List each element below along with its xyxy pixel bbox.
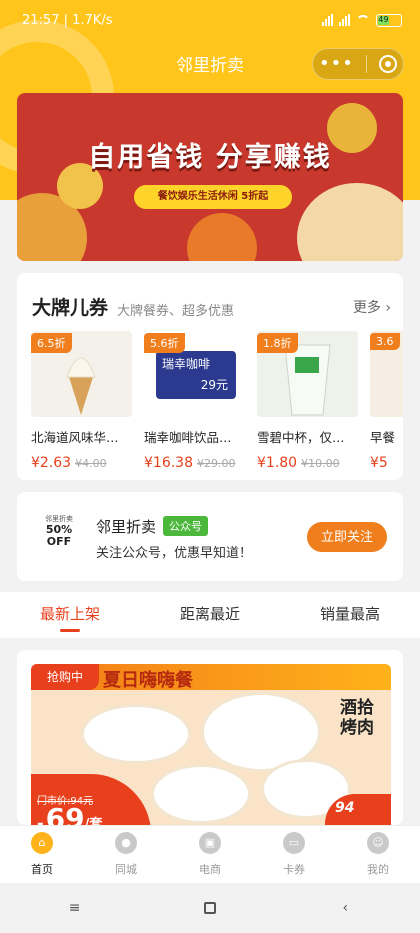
discount-badge: 5.6折 bbox=[144, 333, 185, 353]
coupon-name: 瑞幸咖啡饮品… bbox=[144, 430, 232, 445]
coupon-original-price: ¥29.00 bbox=[197, 457, 236, 470]
tab-nearest[interactable]: 距离最近 bbox=[140, 592, 280, 638]
deal-price-value: .69 bbox=[35, 802, 85, 825]
shop-icon: ▣ bbox=[199, 832, 221, 854]
discount-badge: 3.6 bbox=[370, 333, 400, 350]
status-speed: 1.7K/s bbox=[72, 12, 113, 28]
deal-price: .69/套 bbox=[35, 802, 102, 825]
luckin-brand: 瑞幸咖啡 bbox=[162, 357, 211, 371]
food-plate bbox=[81, 704, 191, 764]
discount-badge: 6.5折 bbox=[31, 333, 72, 353]
banner-headline: 自用省钱 分享赚钱 bbox=[88, 142, 332, 173]
coupons-more-link[interactable]: 更多 › bbox=[353, 297, 391, 317]
discount-badge: 1.8折 bbox=[257, 333, 298, 353]
wifi-icon bbox=[356, 15, 370, 25]
deal-photo: 抢购中 夏日嗨嗨餐 酒拾烤肉 门市价:94元 .69/套 94 bbox=[31, 664, 391, 825]
card-icon: ▭ bbox=[283, 832, 305, 854]
deal-price-unit: /套 bbox=[84, 817, 103, 825]
back-icon[interactable]: ‹ bbox=[325, 900, 365, 916]
coupon-original-price: ¥10.00 bbox=[301, 457, 340, 470]
food-plate bbox=[151, 764, 251, 824]
banner-decoration-pot bbox=[187, 213, 257, 261]
account-name: 邻里折卖 bbox=[96, 518, 157, 536]
signal-icon-2 bbox=[339, 14, 350, 26]
follow-button[interactable]: 立即关注 bbox=[307, 522, 387, 552]
home-icon: ⌂ bbox=[31, 832, 53, 854]
status-bar: 21:57 | 1.7K/s 49 bbox=[0, 0, 420, 40]
coupon-price: ¥5 bbox=[370, 455, 388, 471]
signal-icon bbox=[322, 14, 333, 26]
deal-card[interactable]: 抢购中 夏日嗨嗨餐 酒拾烤肉 门市价:94元 .69/套 94 bbox=[17, 650, 403, 825]
coupon-image-breakfast: 3.6 bbox=[370, 331, 403, 417]
nav-profile[interactable]: ☺ 我的 bbox=[336, 826, 420, 883]
sort-tabs: 最新上架 距离最近 销量最高 bbox=[0, 592, 420, 638]
nav-label: 首页 bbox=[31, 863, 53, 876]
account-tag: 公众号 bbox=[163, 516, 208, 536]
follow-description: 关注公众号，优惠早知道！ bbox=[96, 546, 253, 561]
status-time: 21:57 bbox=[22, 12, 60, 28]
coupon-price: ¥1.80 bbox=[257, 455, 298, 471]
promo-banner[interactable]: 自用省钱 分享赚钱 餐饮娱乐生活休闲 5折起 bbox=[17, 93, 403, 261]
tab-bestselling[interactable]: 销量最高 bbox=[280, 592, 420, 638]
status-left: 21:57 | 1.7K/s bbox=[22, 12, 113, 28]
deal-brand: 酒拾烤肉 bbox=[340, 698, 374, 738]
nav-city[interactable]: ● 同城 bbox=[84, 826, 168, 883]
nav-label: 我的 bbox=[367, 863, 389, 876]
chevron-right-icon: › bbox=[380, 300, 391, 316]
coupons-section: 大牌儿券 大牌餐券、超多优惠 更多 › 6.5折 北海道风味华… ¥2.63 ¥4… bbox=[17, 273, 403, 480]
nav-home[interactable]: ⌂ 首页 bbox=[0, 826, 84, 883]
coupon-item[interactable]: 1.8折 雪碧中杯，仅… ¥1.80 ¥10.00 bbox=[257, 331, 358, 471]
coupon-name: 雪碧中杯，仅… bbox=[257, 430, 345, 445]
status-right: 49 bbox=[322, 13, 402, 27]
profile-icon: ☺ bbox=[367, 832, 389, 854]
deal-headline: 夏日嗨嗨餐 bbox=[103, 670, 193, 691]
coupon-price: ¥2.63 bbox=[31, 455, 72, 471]
bottom-nav: ⌂ 首页 ● 同城 ▣ 电商 ▭ 卡券 ☺ 我的 bbox=[0, 825, 420, 883]
nav-label: 卡券 bbox=[283, 863, 305, 876]
home-square-icon[interactable] bbox=[203, 902, 216, 914]
city-icon: ● bbox=[115, 832, 137, 854]
coupon-original-price: ¥4.00 bbox=[75, 457, 107, 470]
coupons-title: 大牌儿券 bbox=[32, 297, 109, 319]
menu-icon[interactable]: ≡ bbox=[55, 900, 95, 916]
more-dots-icon[interactable]: ••• bbox=[319, 55, 354, 73]
system-navigation-bar: ≡ ‹ bbox=[0, 883, 420, 933]
follow-card: 邻里折卖 50% OFF 邻里折卖 公众号 关注公众号，优惠早知道！ 立即关注 bbox=[17, 492, 403, 581]
deal-status-tag: 抢购中 bbox=[31, 664, 99, 690]
coupon-image-sprite: 1.8折 bbox=[257, 331, 358, 417]
capsule-divider bbox=[365, 55, 367, 73]
nav-cards[interactable]: ▭ 卡券 bbox=[252, 826, 336, 883]
nav-shop[interactable]: ▣ 电商 bbox=[168, 826, 252, 883]
banner-decoration-bowl bbox=[297, 183, 403, 261]
logo-off: OFF bbox=[46, 535, 72, 548]
more-label: 更多 bbox=[352, 300, 381, 316]
coupons-subtitle: 大牌餐券、超多优惠 bbox=[117, 304, 235, 319]
coupon-image-luckin: 瑞幸咖啡 29元 5.6折 bbox=[144, 331, 245, 417]
battery-level: 49 bbox=[378, 14, 389, 25]
banner-pill: 餐饮娱乐生活休闲 5折起 bbox=[134, 185, 292, 209]
coupon-item[interactable]: 瑞幸咖啡 29元 5.6折 瑞幸咖啡饮品… ¥16.38 ¥29.00 bbox=[144, 331, 245, 471]
coupon-item[interactable]: 6.5折 北海道风味华… ¥2.63 ¥4.00 bbox=[31, 331, 132, 471]
nav-label: 同城 bbox=[115, 863, 137, 876]
luckin-value: 29元 bbox=[200, 378, 228, 392]
nav-label: 电商 bbox=[199, 863, 221, 876]
target-circle-icon[interactable] bbox=[378, 55, 397, 73]
brand-logo: 邻里折卖 50% OFF bbox=[39, 514, 79, 560]
battery-icon: 49 bbox=[376, 13, 402, 27]
coupon-list: 6.5折 北海道风味华… ¥2.63 ¥4.00 瑞幸咖啡 29元 5.6折 瑞幸… bbox=[31, 331, 403, 471]
tab-newest[interactable]: 最新上架 bbox=[0, 592, 140, 638]
miniapp-capsule[interactable]: ••• bbox=[312, 48, 404, 80]
coupon-name: 早餐 bbox=[370, 430, 396, 445]
coupon-image-icecream: 6.5折 bbox=[31, 331, 132, 417]
coupon-price: ¥16.38 bbox=[144, 455, 193, 471]
coupon-item[interactable]: 3.6 早餐 ¥5 bbox=[370, 331, 403, 471]
luckin-card: 瑞幸咖啡 29元 bbox=[156, 351, 236, 399]
coupon-name: 北海道风味华… bbox=[31, 430, 119, 445]
